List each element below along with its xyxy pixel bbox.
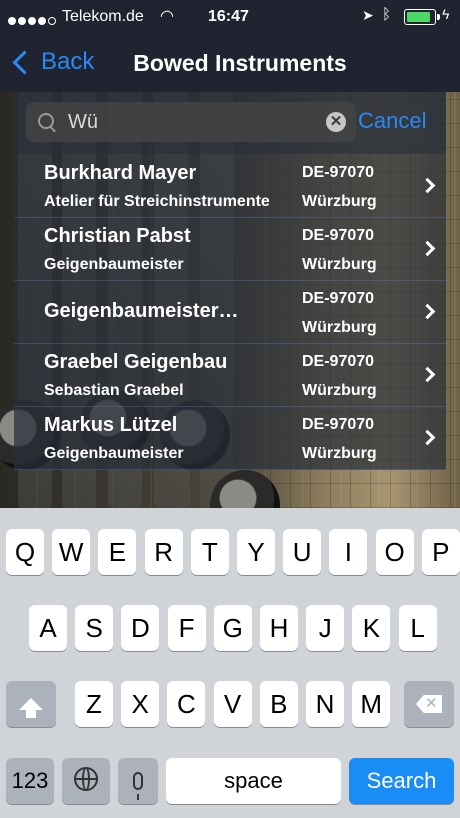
result-city: Würzburg	[302, 193, 377, 210]
key-w[interactable]: W	[52, 529, 91, 575]
shift-icon	[19, 698, 43, 718]
result-zip: DE-97070	[302, 164, 375, 181]
key-l[interactable]: L	[398, 605, 437, 651]
key-o[interactable]: O	[375, 529, 414, 575]
search-bar: Wü ✕ Cancel	[14, 92, 446, 154]
globe-key[interactable]	[62, 758, 110, 804]
results-list: Burkhard Mayer Atelier für Streichinstrum…	[14, 154, 446, 470]
navigation-bar: Back Bowed Instruments	[0, 36, 460, 92]
result-name: Burkhard Mayer	[44, 162, 197, 184]
result-city: Würzburg	[302, 445, 377, 462]
numbers-key[interactable]: 123	[6, 758, 54, 804]
signal-dot	[48, 17, 56, 25]
chevron-right-icon	[419, 429, 436, 446]
signal-dot	[38, 17, 46, 25]
key-j[interactable]: J	[306, 605, 345, 651]
location-arrow-icon: ➤	[362, 7, 374, 23]
chevron-right-icon	[419, 240, 436, 257]
key-y[interactable]: Y	[237, 529, 275, 575]
result-row[interactable]: Christian Pabst Geigenbaumeister DE-97070 W…	[14, 217, 446, 281]
key-z[interactable]: Z	[75, 681, 113, 727]
result-row[interactable]: Geigenbaumeister… DE-97070 Würzburg	[14, 280, 446, 344]
key-b[interactable]: B	[259, 681, 298, 727]
key-a[interactable]: A	[29, 605, 67, 651]
result-row[interactable]: Burkhard Mayer Atelier für Streichinstrum…	[14, 154, 446, 218]
key-p[interactable]: P	[421, 529, 460, 575]
result-subtitle: Atelier für Streichinstrumente	[44, 193, 270, 210]
key-v[interactable]: V	[213, 681, 252, 727]
chevron-right-icon	[419, 366, 436, 383]
key-x[interactable]: X	[121, 681, 160, 727]
result-zip: DE-97070	[302, 416, 375, 433]
key-n[interactable]: N	[306, 681, 344, 727]
key-h[interactable]: H	[260, 605, 298, 651]
search-key[interactable]: Search	[349, 758, 454, 804]
shift-key[interactable]	[6, 681, 56, 727]
result-subtitle: Geigenbaumeister	[44, 256, 184, 273]
signal-strength-icon	[8, 12, 58, 30]
battery-tip	[437, 14, 440, 20]
delete-icon: ✕	[416, 695, 442, 713]
key-i[interactable]: I	[329, 529, 368, 575]
microphone-icon	[133, 772, 143, 800]
clear-search-button[interactable]: ✕	[326, 112, 346, 132]
result-city: Würzburg	[302, 382, 377, 399]
result-zip: DE-97070	[302, 353, 375, 370]
result-name: Geigenbaumeister…	[44, 300, 239, 322]
result-name: Markus Lützel	[44, 414, 178, 436]
search-query[interactable]: Wü	[68, 111, 98, 134]
result-zip: DE-97070	[302, 290, 375, 307]
key-s[interactable]: S	[75, 605, 114, 651]
key-c[interactable]: C	[167, 681, 206, 727]
result-subtitle: Geigenbaumeister	[44, 445, 184, 462]
space-key[interactable]: space	[166, 758, 341, 804]
key-d[interactable]: D	[121, 605, 160, 651]
result-subtitle: Sebastian Graebel	[44, 382, 184, 399]
battery-level	[407, 12, 430, 22]
result-row[interactable]: Graebel Geigenbau Sebastian Graebel DE-970…	[14, 343, 446, 407]
carrier-name: Telekom.de	[62, 8, 144, 25]
key-m[interactable]: M	[352, 681, 391, 727]
cancel-button[interactable]: Cancel	[358, 108, 426, 134]
battery-icon	[404, 9, 440, 25]
signal-dot	[18, 17, 26, 25]
page-title: Bowed Instruments	[133, 50, 347, 76]
charging-icon: ϟ	[442, 6, 450, 22]
status-bar: Telekom.de ◠ 16:47 ➤ ᛒ ϟ	[0, 0, 460, 36]
keyboard: Q W E R T Y U I O P A S D F G H J K L Z X C V B N M ✕ 123 space Searc…	[0, 508, 460, 818]
key-f[interactable]: F	[167, 605, 206, 651]
wifi-icon: ◠	[160, 8, 174, 25]
result-city: Würzburg	[302, 319, 377, 336]
result-name: Graebel Geigenbau	[44, 351, 228, 373]
result-row[interactable]: Markus Lützel Geigenbaumeister DE-97070 Wür…	[14, 406, 446, 470]
search-input[interactable]: Wü ✕	[26, 102, 356, 142]
globe-icon	[74, 767, 98, 791]
chevron-right-icon	[419, 303, 436, 320]
result-zip: DE-97070	[302, 227, 375, 244]
key-r[interactable]: R	[144, 529, 183, 575]
dictation-key[interactable]	[118, 758, 158, 804]
chevron-right-icon	[419, 177, 436, 194]
signal-dot	[28, 17, 36, 25]
result-name: Christian Pabst	[44, 225, 191, 247]
key-k[interactable]: K	[352, 605, 391, 651]
key-t[interactable]: T	[190, 529, 229, 575]
delete-key[interactable]: ✕	[404, 681, 454, 727]
signal-dot	[8, 17, 16, 25]
search-icon	[38, 113, 54, 129]
key-g[interactable]: G	[213, 605, 252, 651]
nav-title-wrap: Bowed Instruments	[0, 50, 460, 77]
key-u[interactable]: U	[283, 529, 322, 575]
bluetooth-icon: ᛒ	[382, 6, 392, 23]
key-e[interactable]: E	[98, 529, 137, 575]
key-q[interactable]: Q	[6, 529, 44, 575]
result-city: Würzburg	[302, 256, 377, 273]
status-time: 16:47	[208, 8, 249, 25]
